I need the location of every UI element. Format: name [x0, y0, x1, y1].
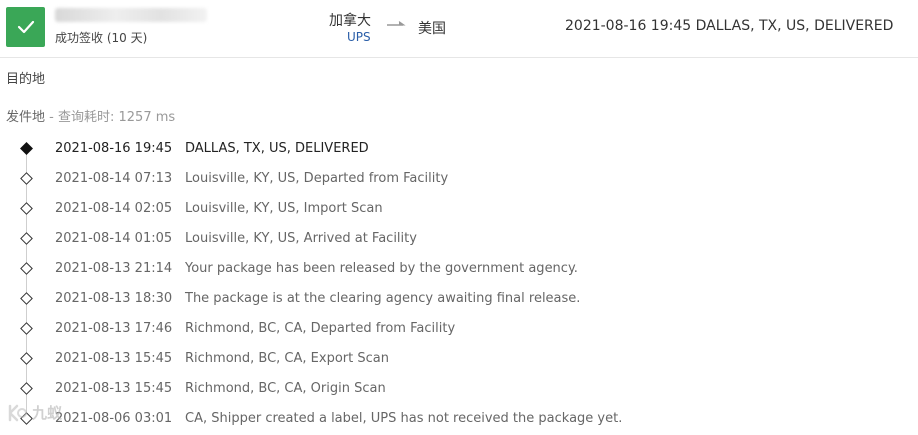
timeline-event: 2021-08-14 01:05 Louisville, KY, US, Arr… — [0, 224, 918, 254]
event-description: Richmond, BC, CA, Departed from Facility — [185, 321, 456, 336]
arrow-right-icon — [387, 21, 406, 26]
timeline-event: 2021-08-14 02:05 Louisville, KY, US, Imp… — [0, 194, 918, 224]
destination-section-label: 目的地 — [6, 72, 46, 87]
event-description: Richmond, BC, CA, Export Scan — [185, 351, 389, 366]
timeline-marker-icon — [20, 322, 33, 335]
timeline-marker-icon — [20, 172, 33, 185]
timeline-event: 2021-08-13 15:45 Richmond, BC, CA, Expor… — [0, 344, 918, 374]
tracking-number-blurred — [55, 8, 207, 22]
origin-country: 加拿大 — [329, 13, 371, 29]
timeline-marker-icon — [20, 142, 33, 155]
check-icon — [17, 20, 34, 34]
event-description: Louisville, KY, US, Import Scan — [185, 201, 383, 216]
event-description: CA, Shipper created a label, UPS has not… — [185, 411, 623, 426]
event-description: Louisville, KY, US, Departed from Facili… — [185, 171, 449, 186]
shipment-header: 成功签收 (10 天) 加拿大 UPS 美国 2021-08-16 19:45 … — [0, 0, 918, 58]
delivery-status-text: 成功签收 (10 天) — [55, 31, 148, 45]
query-time-label: 查询耗时: — [57, 110, 115, 125]
timeline-event: 2021-08-13 18:30 The package is at the c… — [0, 284, 918, 314]
timeline-marker-icon — [20, 202, 33, 215]
origin-section-label: 发件地 — [6, 110, 46, 125]
separator: - — [49, 110, 58, 125]
destination-country: 美国 — [418, 21, 446, 37]
timeline-event: 2021-08-14 07:13 Louisville, KY, US, Dep… — [0, 164, 918, 194]
origin-section-row: 发件地 - 查询耗时: 1257 ms — [6, 106, 175, 125]
event-description: DALLAS, TX, US, DELIVERED — [185, 141, 369, 156]
event-description: Your package has been released by the go… — [185, 261, 578, 276]
event-description: The package is at the clearing agency aw… — [185, 291, 581, 306]
timeline-event: 2021-08-13 15:45 Richmond, BC, CA, Origi… — [0, 374, 918, 404]
event-time: 2021-08-14 01:05 — [55, 231, 173, 246]
event-time: 2021-08-14 07:13 — [55, 171, 173, 186]
latest-event-summary: 2021-08-16 19:45 DALLAS, TX, US, DELIVER… — [565, 18, 894, 34]
event-time: 2021-08-06 03:01 — [55, 411, 173, 426]
carrier-link[interactable]: UPS — [347, 30, 371, 44]
timeline-marker-icon — [20, 292, 33, 305]
event-time: 2021-08-13 17:46 — [55, 321, 173, 336]
event-time: 2021-08-13 15:45 — [55, 351, 173, 366]
event-time: 2021-08-14 02:05 — [55, 201, 173, 216]
timeline-marker-icon — [20, 352, 33, 365]
event-time: 2021-08-13 15:45 — [55, 381, 173, 396]
query-time-value: 1257 ms — [118, 110, 176, 125]
timeline-event: 2021-08-13 21:14 Your package has been r… — [0, 254, 918, 284]
delivered-status-badge — [6, 7, 45, 47]
timeline-marker-icon — [20, 262, 33, 275]
timeline-event: 2021-08-16 19:45 DALLAS, TX, US, DELIVER… — [0, 134, 918, 164]
event-description: Richmond, BC, CA, Origin Scan — [185, 381, 386, 396]
event-description: Louisville, KY, US, Arrived at Facility — [185, 231, 417, 246]
event-time: 2021-08-16 19:45 — [55, 141, 173, 156]
timeline-event: 2021-08-06 03:01 CA, Shipper created a l… — [0, 404, 918, 434]
timeline-marker-icon — [20, 382, 33, 395]
timeline-event: 2021-08-13 17:46 Richmond, BC, CA, Depar… — [0, 314, 918, 344]
event-time: 2021-08-13 18:30 — [55, 291, 173, 306]
timeline-marker-icon — [20, 232, 33, 245]
timeline-marker-icon — [20, 412, 33, 425]
event-time: 2021-08-13 21:14 — [55, 261, 173, 276]
